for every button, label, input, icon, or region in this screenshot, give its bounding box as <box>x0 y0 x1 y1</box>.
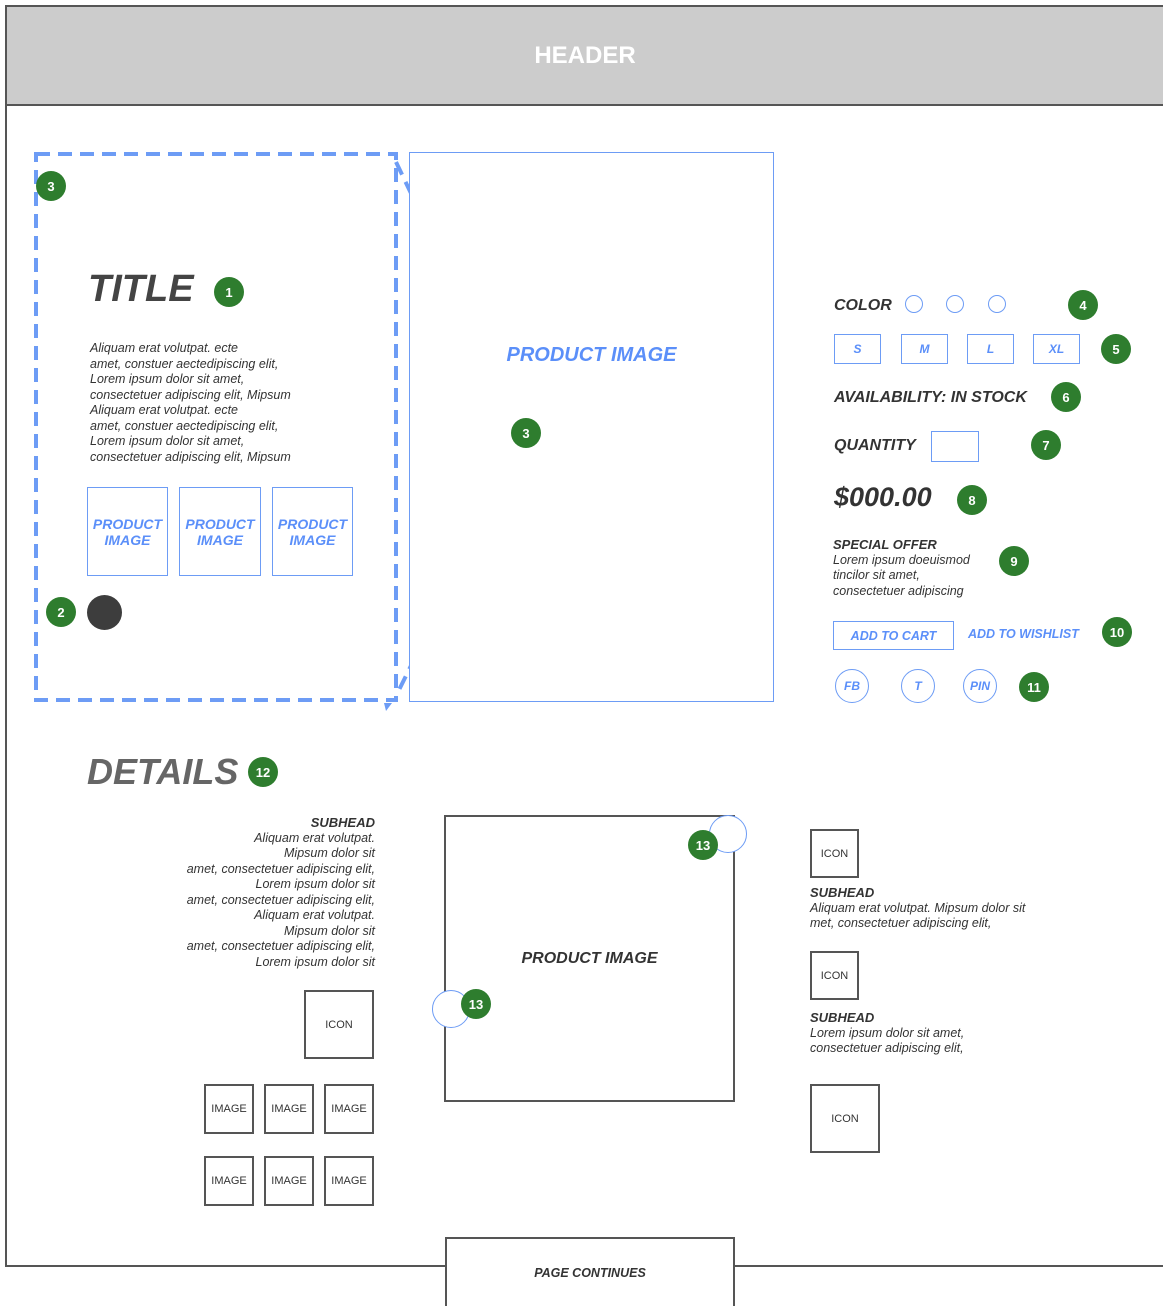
product-description: Aliquam erat volutpat. ecte amet, constu… <box>90 341 291 464</box>
details-right-item-2: SUBHEAD Lorem ipsum dolor sit amet, cons… <box>810 1010 965 1055</box>
gallery-image-2[interactable]: IMAGE <box>264 1084 314 1134</box>
add-to-cart-button[interactable]: ADD TO CART <box>833 621 954 650</box>
color-swatch-2[interactable] <box>946 295 964 313</box>
carousel-dot[interactable] <box>87 595 122 630</box>
badge-8: 8 <box>957 485 987 515</box>
color-swatch-1[interactable] <box>905 295 923 313</box>
zoom-arrow-tip <box>384 703 392 711</box>
gallery-image-5[interactable]: IMAGE <box>264 1156 314 1206</box>
size-button-xl[interactable]: XL <box>1033 334 1080 364</box>
badge-3: 3 <box>511 418 541 448</box>
main-product-image-label: PRODUCT IMAGE <box>506 344 677 366</box>
special-offer: SPECIAL OFFER Lorem ipsum doeuismod tinc… <box>833 537 1003 599</box>
size-button-l[interactable]: L <box>967 334 1014 364</box>
size-button-m[interactable]: M <box>901 334 948 364</box>
details-right-icon-1: ICON <box>810 829 859 878</box>
badge-12: 12 <box>248 757 278 787</box>
gallery-image-1[interactable]: IMAGE <box>204 1084 254 1134</box>
details-right-icon-2: ICON <box>810 951 859 1000</box>
badge-9: 9 <box>999 546 1029 576</box>
special-offer-title: SPECIAL OFFER <box>833 537 937 552</box>
gallery-image-3[interactable]: IMAGE <box>324 1084 374 1134</box>
main-product-image[interactable] <box>409 152 774 702</box>
badge-2: 2 <box>46 597 76 627</box>
price: $000.00 <box>834 482 932 512</box>
badge-7: 7 <box>1031 430 1061 460</box>
size-button-s[interactable]: S <box>834 334 881 364</box>
badge-13: 13 <box>688 830 718 860</box>
badge-6: 6 <box>1051 382 1081 412</box>
thumbnail-3[interactable]: PRODUCT IMAGE <box>272 487 353 576</box>
color-swatch-3[interactable] <box>988 295 1006 313</box>
badge-11: 11 <box>1019 672 1049 702</box>
details-product-image[interactable]: PRODUCT IMAGE <box>444 815 735 1102</box>
color-label: COLOR <box>834 297 892 314</box>
badge-5: 5 <box>1101 334 1131 364</box>
badge-10: 10 <box>1102 617 1132 647</box>
badge-3: 3 <box>36 171 66 201</box>
details-title: DETAILS <box>87 751 239 792</box>
pinterest-share-button[interactable]: PIN <box>963 669 997 703</box>
thumbnail-2[interactable]: PRODUCT IMAGE <box>179 487 261 576</box>
quantity-label: QUANTITY <box>834 437 916 454</box>
details-left-icon: ICON <box>304 990 374 1059</box>
badge-4: 4 <box>1068 290 1098 320</box>
gallery-image-4[interactable]: IMAGE <box>204 1156 254 1206</box>
add-to-wishlist-link[interactable]: ADD TO WISHLIST <box>968 627 1079 641</box>
details-left-text: SUBHEAD Aliquam erat volutpat. Mipsum do… <box>105 815 375 970</box>
details-right-item-1: SUBHEAD Aliquam erat volutpat. Mipsum do… <box>810 885 1026 930</box>
badge-13: 13 <box>461 989 491 1019</box>
facebook-share-button[interactable]: FB <box>835 669 869 703</box>
details-right-icon-3: ICON <box>810 1084 880 1153</box>
product-title: TITLE <box>88 268 194 310</box>
gallery-image-6[interactable]: IMAGE <box>324 1156 374 1206</box>
twitter-share-button[interactable]: T <box>901 669 935 703</box>
availability-text: AVAILABILITY: IN STOCK <box>834 389 1027 406</box>
thumbnail-1[interactable]: PRODUCT IMAGE <box>87 487 168 576</box>
badge-1: 1 <box>214 277 244 307</box>
page-continues-tab: PAGE CONTINUES <box>445 1237 735 1306</box>
quantity-input[interactable] <box>931 431 979 462</box>
details-left-subhead: SUBHEAD <box>310 815 375 830</box>
